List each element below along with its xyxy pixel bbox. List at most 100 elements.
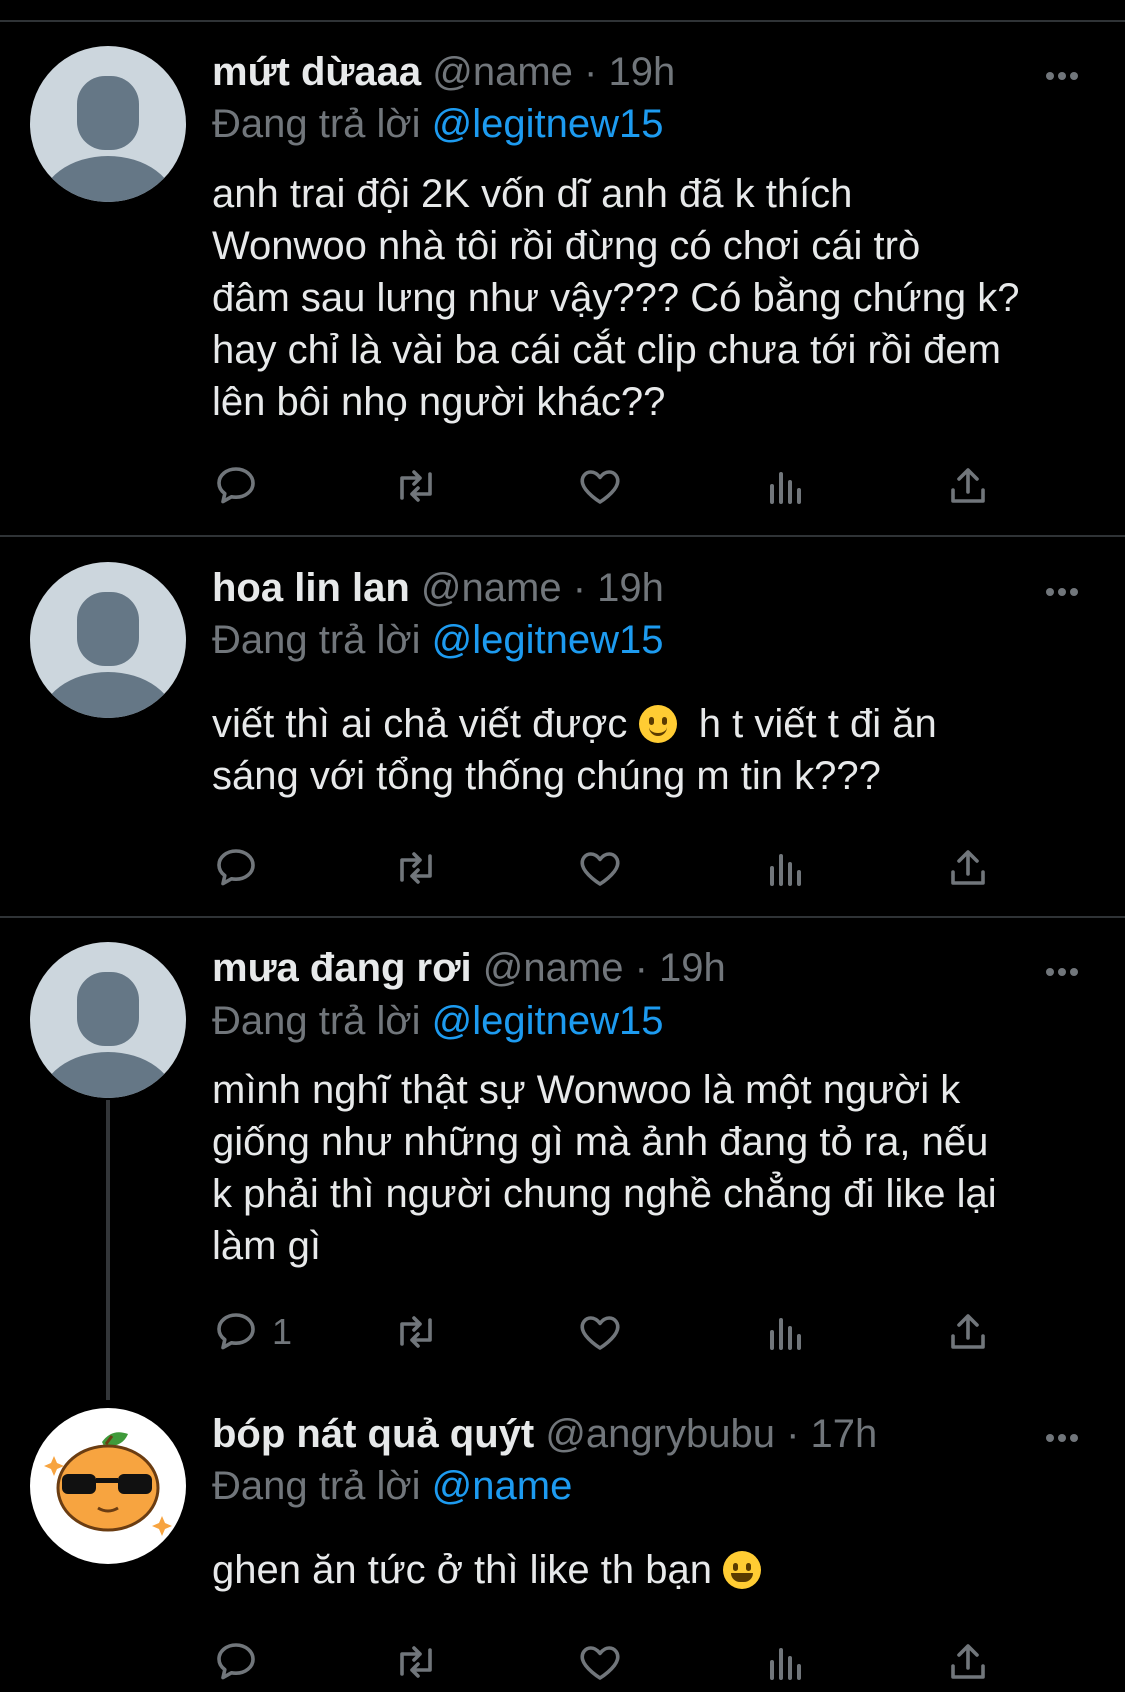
separator-dot: · xyxy=(634,946,648,990)
tweet-header: mứt dừaaa @name · 19h xyxy=(212,46,675,98)
timestamp[interactable]: 19h xyxy=(597,566,664,610)
replying-label: Đang trả lời xyxy=(212,618,421,662)
display-name[interactable]: bóp nát quả quýt xyxy=(212,1412,534,1456)
thread-connector xyxy=(106,1100,110,1400)
tweet-text: viết thì ai chả viết được h t viết t đi … xyxy=(212,698,1092,802)
separator-dot: · xyxy=(786,1412,800,1456)
replying-to: Đang trả lời @name xyxy=(212,1460,572,1512)
tweet-line: mình nghĩ thật sự Wonwoo là một người k xyxy=(212,1068,961,1112)
tweet-line-part: viết thì ai chả viết được xyxy=(212,702,628,746)
tweet-divider xyxy=(0,535,1125,537)
tweet-line: viết thì ai chả viết được h t viết t đi … xyxy=(212,698,1092,750)
reply-button[interactable]: 1 xyxy=(212,1306,292,1358)
avatar[interactable] xyxy=(30,46,186,202)
user-handle[interactable]: @angrybubu xyxy=(545,1412,775,1456)
share-icon xyxy=(951,1314,985,1349)
tweet-line: đâm sau lưng như vậy??? Có bằng chứng k? xyxy=(212,276,1020,320)
timestamp[interactable]: 17h xyxy=(811,1412,878,1456)
tweet-line: sáng với tổng thống chúng m tin k??? xyxy=(212,754,881,798)
like-button[interactable] xyxy=(576,1306,624,1358)
like-icon xyxy=(580,1646,620,1680)
tweet-header: hoa lin lan @name · 19h xyxy=(212,562,664,614)
orange-sunglasses-avatar-icon xyxy=(44,1432,172,1536)
reply-count: 1 xyxy=(272,1311,293,1352)
timestamp[interactable]: 19h xyxy=(608,50,675,94)
share-button[interactable] xyxy=(944,1306,992,1358)
tweet-line: k phải thì người chung nghề chẳng đi lik… xyxy=(212,1172,997,1216)
replying-to: Đang trả lời @legitnew15 xyxy=(212,98,664,150)
tweet-text: ghen ăn tức ở thì like th bạn xyxy=(212,1544,1092,1596)
views-icon xyxy=(770,1648,801,1680)
tweet-line-part: ghen ăn tức ở thì like th bạn xyxy=(212,1548,712,1592)
user-handle[interactable]: @name xyxy=(421,566,562,610)
retweet-button[interactable] xyxy=(392,460,440,512)
views-button[interactable] xyxy=(762,842,810,894)
action-bar xyxy=(212,460,1032,512)
timestamp[interactable]: 19h xyxy=(659,946,726,990)
more-icon[interactable] xyxy=(1040,1414,1084,1458)
reply-icon xyxy=(217,467,255,504)
views-icon xyxy=(770,1318,801,1350)
tweet-line: hay chỉ là vài ba cái cắt clip chưa tới … xyxy=(212,328,1001,372)
user-handle[interactable]: @name xyxy=(483,946,624,990)
reply-mention[interactable]: @legitnew15 xyxy=(432,102,664,146)
tweet-line: lên bôi nhọ người khác?? xyxy=(212,380,666,424)
retweet-button[interactable] xyxy=(392,1636,440,1688)
slight-smile-emoji-icon xyxy=(638,705,677,743)
views-icon xyxy=(770,472,801,504)
views-button[interactable] xyxy=(762,460,810,512)
tweet-text: anh trai đội 2K vốn dĩ anh đã k thích Wo… xyxy=(212,168,1092,428)
tweet-line: Wonwoo nhà tôi rồi đừng có chơi cái trò xyxy=(212,224,921,268)
views-icon xyxy=(770,854,801,886)
reply-mention[interactable]: @name xyxy=(432,1464,573,1508)
tweet-header: bóp nát quả quýt @angrybubu · 17h xyxy=(212,1408,877,1460)
avatar[interactable] xyxy=(30,1408,186,1564)
like-icon xyxy=(580,470,620,504)
tweet-line-part: h t viết t đi ăn xyxy=(698,702,937,746)
share-button[interactable] xyxy=(944,460,992,512)
tweet-header: mưa đang rơi @name · 19h xyxy=(212,942,726,994)
more-icon[interactable] xyxy=(1040,948,1084,992)
tweet-line: ghen ăn tức ở thì like th bạn xyxy=(212,1544,1092,1596)
replying-label: Đang trả lời xyxy=(212,999,421,1043)
like-button[interactable] xyxy=(576,842,624,894)
replying-label: Đang trả lời xyxy=(212,102,421,146)
tweet-line: anh trai đội 2K vốn dĩ anh đã k thích xyxy=(212,172,853,216)
display-name[interactable]: mứt dừaaa xyxy=(212,50,421,94)
display-name[interactable]: hoa lin lan xyxy=(212,566,410,610)
reply-mention[interactable]: @legitnew15 xyxy=(432,618,664,662)
reply-mention[interactable]: @legitnew15 xyxy=(432,999,664,1043)
views-button[interactable] xyxy=(762,1306,810,1358)
retweet-icon xyxy=(400,470,432,502)
reply-button[interactable] xyxy=(212,460,260,512)
more-icon[interactable] xyxy=(1040,52,1084,96)
more-icon[interactable] xyxy=(1040,568,1084,612)
share-button[interactable] xyxy=(944,1636,992,1688)
reply-button[interactable] xyxy=(212,1636,260,1688)
like-button[interactable] xyxy=(576,1636,624,1688)
tweet-line: giống như những gì mà ảnh đang tỏ ra, nế… xyxy=(212,1120,989,1164)
share-icon xyxy=(951,468,985,503)
tweet-text: mình nghĩ thật sự Wonwoo là một người k … xyxy=(212,1064,1092,1272)
like-button[interactable] xyxy=(576,460,624,512)
retweet-button[interactable] xyxy=(392,842,440,894)
top-divider xyxy=(0,0,1125,22)
avatar[interactable] xyxy=(30,562,186,718)
retweet-button[interactable] xyxy=(392,1306,440,1358)
share-button[interactable] xyxy=(944,842,992,894)
replying-to: Đang trả lời @legitnew15 xyxy=(212,614,664,666)
share-icon xyxy=(951,850,985,885)
avatar[interactable] xyxy=(30,942,186,1098)
action-bar: 1 xyxy=(212,1306,1032,1358)
user-handle[interactable]: @name xyxy=(432,50,573,94)
reply-icon xyxy=(217,1643,255,1680)
reply-button[interactable] xyxy=(212,842,260,894)
retweet-icon xyxy=(400,1316,432,1348)
grinning-emoji-icon xyxy=(723,1551,762,1589)
share-icon xyxy=(951,1644,985,1679)
views-button[interactable] xyxy=(762,1636,810,1688)
separator-dot: · xyxy=(584,50,598,94)
separator-dot: · xyxy=(572,566,587,610)
display-name[interactable]: mưa đang rơi xyxy=(212,946,472,990)
retweet-icon xyxy=(400,1646,432,1678)
